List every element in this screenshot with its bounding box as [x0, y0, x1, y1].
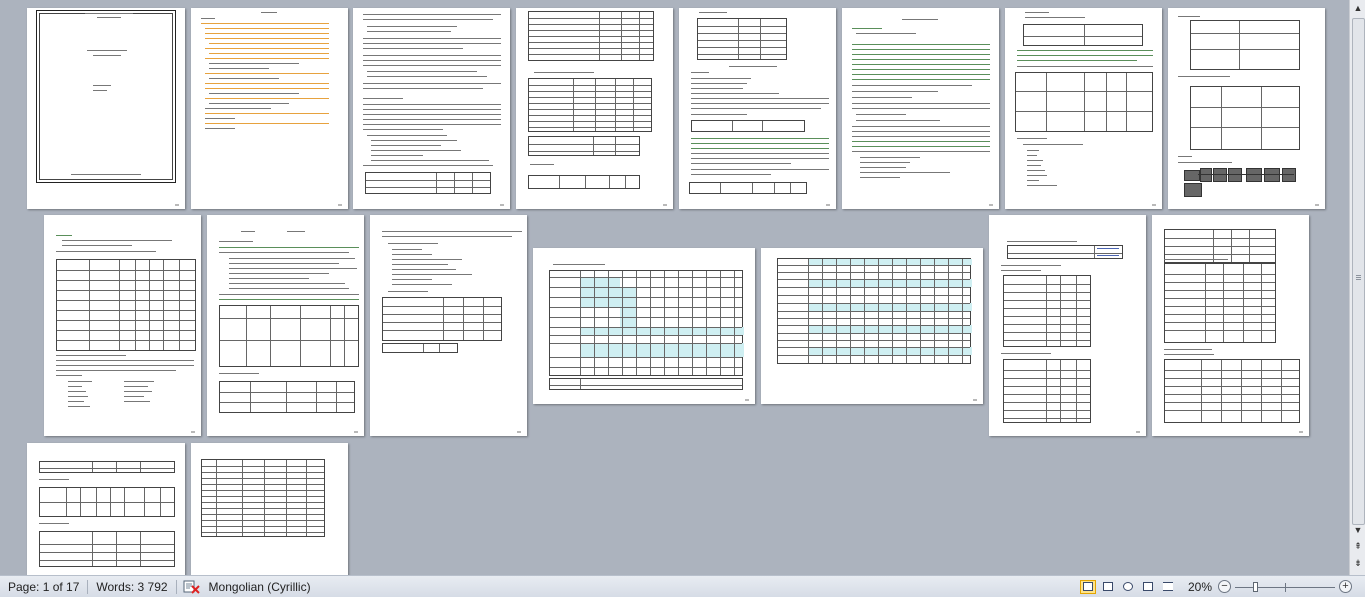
page-thumbnail-4[interactable] — [516, 8, 673, 209]
data-table — [528, 78, 652, 132]
page-thumbnail-13[interactable] — [761, 248, 983, 404]
language-indicator[interactable]: Mongolian (Cyrillic) — [207, 576, 319, 597]
data-table — [39, 461, 175, 473]
page-thumbnail-3[interactable] — [353, 8, 510, 209]
scroll-thumb[interactable] — [1352, 18, 1365, 525]
data-table — [528, 11, 654, 61]
draft-view-button[interactable] — [1160, 580, 1176, 594]
page-thumbnail-14[interactable] — [989, 215, 1146, 436]
page-thumbnail-5[interactable] — [679, 8, 836, 209]
page-thumbnail-16[interactable] — [27, 443, 185, 575]
page-thumbnail-7[interactable] — [1005, 8, 1162, 209]
web-layout-view-button[interactable] — [1120, 580, 1136, 594]
data-table — [1003, 275, 1091, 347]
page-thumbnail-11[interactable] — [370, 215, 527, 436]
data-table — [365, 172, 491, 194]
data-table — [777, 258, 972, 364]
data-table — [528, 136, 640, 156]
zoom-in-button[interactable]: + — [1339, 580, 1352, 593]
proofing-status[interactable] — [177, 576, 207, 597]
page-count[interactable]: Page: 1 of 17 — [0, 576, 87, 597]
title-page-border — [36, 10, 176, 183]
web-layout-icon — [1122, 582, 1133, 591]
data-table — [1164, 359, 1300, 423]
data-table — [528, 175, 640, 189]
data-table — [382, 343, 458, 353]
data-table — [549, 270, 744, 376]
document-workspace[interactable] — [0, 0, 1349, 575]
zoom-out-button[interactable]: − — [1218, 580, 1231, 593]
data-table — [219, 381, 355, 413]
vertical-scrollbar[interactable]: ▲ ▼ ⇞ ⇟ — [1349, 0, 1365, 575]
print-layout-view-button[interactable] — [1079, 579, 1096, 594]
data-table — [201, 459, 325, 537]
page-thumbnail-8[interactable] — [1168, 8, 1325, 209]
data-table — [1003, 359, 1091, 423]
scroll-up-icon[interactable]: ▲ — [1352, 2, 1364, 14]
page-thumbnail-17[interactable] — [191, 443, 348, 575]
status-bar: Page: 1 of 17 Words: 3 792 Mongolian (Cy… — [0, 575, 1365, 597]
page-thumbnail-15[interactable] — [1152, 215, 1309, 436]
data-table — [1164, 263, 1276, 343]
proofing-errors-icon — [183, 580, 200, 594]
data-table — [39, 487, 175, 517]
page-thumbnail-1[interactable] — [27, 8, 185, 209]
zoom-level[interactable]: 20% — [1178, 576, 1218, 597]
zoom-slider-knob[interactable] — [1253, 581, 1258, 592]
zoom-slider[interactable] — [1235, 581, 1335, 593]
data-table — [1015, 72, 1153, 132]
data-table — [1164, 229, 1276, 263]
data-table — [691, 120, 805, 132]
scroll-down-icon[interactable]: ▼ — [1352, 524, 1364, 536]
draft-icon — [1162, 582, 1173, 591]
data-table — [219, 305, 359, 367]
previous-page-icon[interactable]: ⇞ — [1352, 540, 1364, 552]
full-screen-reading-view-button[interactable] — [1100, 580, 1116, 594]
next-page-icon[interactable]: ⇟ — [1352, 557, 1364, 569]
page-thumbnail-12[interactable] — [533, 248, 755, 404]
diagram-box — [1184, 170, 1200, 181]
data-table — [1023, 24, 1143, 46]
data-table — [1190, 20, 1300, 70]
data-table — [549, 378, 743, 390]
data-table — [39, 531, 175, 567]
outline-icon — [1142, 582, 1153, 591]
word-count[interactable]: Words: 3 792 — [88, 576, 175, 597]
print-layout-icon — [1082, 582, 1093, 591]
page-thumbnail-2[interactable] — [191, 8, 348, 209]
data-table — [56, 259, 196, 351]
full-screen-reading-icon — [1102, 582, 1113, 591]
outline-view-button[interactable] — [1140, 580, 1156, 594]
page-thumbnail-6[interactable] — [842, 8, 999, 209]
data-table — [689, 182, 807, 194]
data-table — [1190, 86, 1300, 150]
data-table — [382, 297, 502, 341]
page-thumbnail-10[interactable] — [207, 215, 364, 436]
data-table — [697, 18, 787, 60]
page-thumbnail-9[interactable] — [44, 215, 201, 436]
diagram-box — [1184, 183, 1202, 197]
resize-grip-icon[interactable] — [1355, 580, 1365, 594]
